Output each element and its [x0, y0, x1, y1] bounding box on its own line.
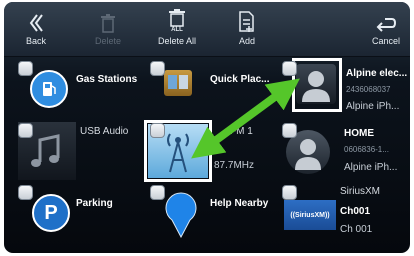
favorites-screen: Back Delete ALL Delete All Add Cancel Ga…: [4, 2, 410, 253]
swap-arrow-icon: [191, 78, 300, 159]
